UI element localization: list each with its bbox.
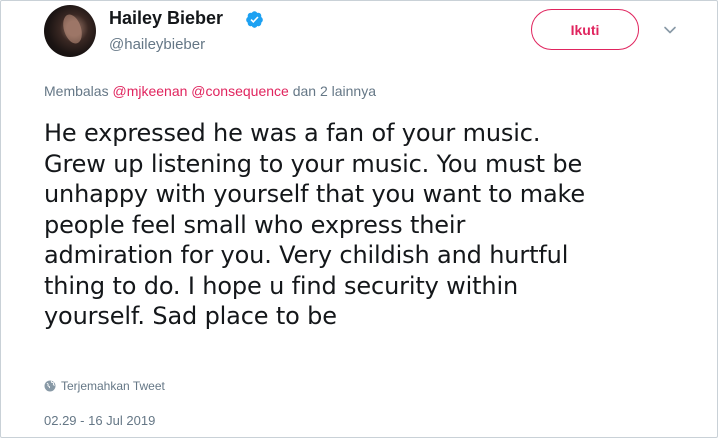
globe-icon bbox=[44, 380, 56, 392]
tweet-line: people feel small who express their bbox=[44, 210, 466, 239]
avatar[interactable] bbox=[44, 5, 96, 57]
user-handle[interactable]: @haileybieber bbox=[109, 36, 205, 53]
tweet-line: Grew up listening to your music. You mus… bbox=[44, 149, 583, 178]
translate-tweet-link[interactable]: Terjemahkan Tweet bbox=[44, 379, 165, 393]
tweet-timestamp[interactable]: 02.29 - 16 Jul 2019 bbox=[44, 413, 155, 428]
verified-badge-icon bbox=[246, 11, 263, 28]
reply-prefix: Membalas bbox=[44, 83, 109, 99]
follow-button[interactable]: Ikuti bbox=[531, 9, 639, 50]
display-name[interactable]: Hailey Bieber bbox=[109, 8, 223, 29]
reply-suffix[interactable]: dan 2 lainnya bbox=[293, 83, 376, 99]
chevron-down-icon[interactable] bbox=[663, 23, 677, 37]
tweet-line: admiration for you. Very childish and hu… bbox=[44, 241, 569, 269]
mention-link[interactable]: @mjkeenan bbox=[112, 83, 187, 99]
tweet-text: He expressed he was a fan of your music.… bbox=[44, 118, 709, 332]
tweet-line: yourself. Sad place to be bbox=[44, 302, 337, 330]
translate-label[interactable]: Terjemahkan Tweet bbox=[61, 379, 165, 393]
reply-context: Membalas @mjkeenan @consequence dan 2 la… bbox=[44, 83, 376, 99]
tweet-line: He expressed he was a fan of your music. bbox=[44, 119, 541, 147]
tweet-line: unhappy with yourself that you want to m… bbox=[44, 180, 586, 208]
tweet-line: thing to do. I hope u find security with… bbox=[44, 271, 519, 300]
tweet-card: Hailey Bieber @haileybieber Ikuti Membal… bbox=[0, 0, 718, 438]
mention-link[interactable]: @consequence bbox=[191, 83, 289, 99]
